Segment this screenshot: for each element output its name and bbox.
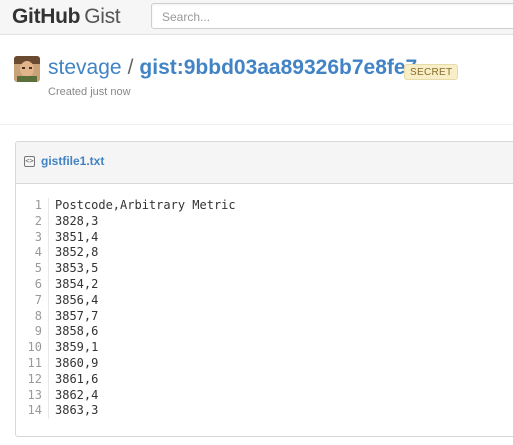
search-input[interactable]: Search... [151, 3, 513, 29]
code-line: 3854,2 [55, 276, 99, 291]
line-number[interactable]: 6 [16, 277, 42, 293]
gist-title: stevage / gist:9bbd03aa89326b7e8fe7 [48, 56, 417, 80]
code-line: 3858,6 [55, 324, 99, 339]
line-number[interactable]: 14 [16, 403, 42, 419]
code-view: 1 2 3 4 5 6 7 8 9 10 11 12 13 14 Postcode,Arbitrary M… [16, 184, 513, 420]
logo-gist-text: Gist [84, 5, 121, 28]
line-number[interactable]: 9 [16, 324, 42, 340]
title-separator: / [127, 56, 134, 79]
code-line: 3852,8 [55, 245, 99, 260]
line-number[interactable]: 2 [16, 214, 42, 230]
file-box: <> gistfile1.txt 1 2 3 4 5 6 7 8 9 10 11 12 13 14 Pos… [15, 141, 513, 437]
file-header: <> gistfile1.txt [16, 142, 513, 184]
code-line: 3851,4 [55, 229, 99, 244]
code-line: 3861,6 [55, 371, 99, 386]
code-line: 3828,3 [55, 213, 99, 228]
line-number[interactable]: 8 [16, 309, 42, 325]
code-line: Postcode,Arbitrary Metric [55, 198, 236, 212]
code-line: 3856,4 [55, 292, 99, 307]
code-line: 3862,4 [55, 387, 99, 402]
owner-link[interactable]: stevage [48, 56, 122, 79]
code-line: 3859,1 [55, 340, 99, 355]
gist-id-link[interactable]: gist:9bbd03aa89326b7e8fe7 [139, 56, 417, 79]
top-header: GitHub Gist Search... [0, 0, 513, 35]
line-number[interactable]: 10 [16, 340, 42, 356]
line-number[interactable]: 4 [16, 245, 42, 261]
file-name-link[interactable]: gistfile1.txt [41, 154, 104, 168]
line-number[interactable]: 5 [16, 261, 42, 277]
line-number[interactable]: 3 [16, 230, 42, 246]
line-number[interactable]: 12 [16, 372, 42, 388]
line-number[interactable]: 1 [16, 198, 42, 214]
avatar[interactable] [14, 56, 40, 82]
logo-github-text: GitHub [12, 5, 81, 28]
line-number-gutter: 1 2 3 4 5 6 7 8 9 10 11 12 13 14 [16, 198, 49, 420]
secret-badge: SECRET [404, 64, 459, 80]
github-gist-logo[interactable]: GitHub Gist [12, 5, 121, 29]
code-lines: Postcode,Arbitrary Metric 3828,3 3851,4 385… [49, 198, 236, 419]
code-file-icon: <> [24, 156, 35, 167]
code-line: 3853,5 [55, 261, 99, 276]
code-line: 3860,9 [55, 355, 99, 370]
line-number[interactable]: 11 [16, 356, 42, 372]
line-number[interactable]: 7 [16, 293, 42, 309]
code-line: 3857,7 [55, 308, 99, 323]
divider [0, 124, 513, 125]
avatar-image [14, 56, 40, 82]
line-number[interactable]: 13 [16, 388, 42, 404]
code-line: 3863,3 [55, 403, 99, 418]
created-timestamp: Created just now [48, 86, 131, 98]
